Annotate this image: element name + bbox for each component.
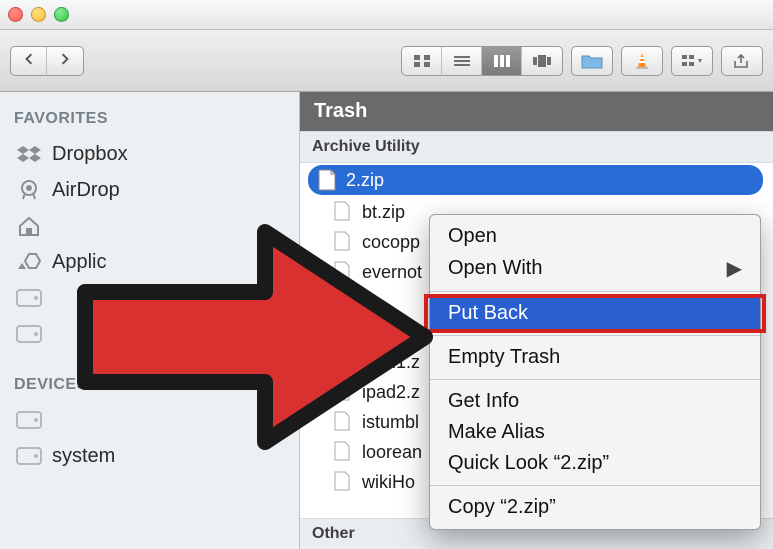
sidebar-item-home[interactable] — [0, 208, 299, 244]
submenu-arrow-icon: ▶ — [727, 256, 742, 281]
menu-item-make-alias[interactable]: Make Alias — [430, 417, 760, 448]
zip-file-icon — [334, 291, 354, 313]
menu-item-copy[interactable]: Copy “2.zip” — [430, 492, 760, 523]
window-titlebar — [0, 0, 773, 30]
file-row-selected[interactable]: 2.zip — [308, 165, 763, 195]
zip-file-icon — [318, 169, 338, 191]
nav-forward-button[interactable] — [47, 47, 83, 75]
sidebar-item-disk[interactable] — [0, 280, 299, 316]
group-header-archive-utility: Archive Utility — [300, 131, 773, 163]
finder-sidebar: FAVORITES Dropbox AirDrop Applic — [0, 92, 300, 549]
sidebar-item-device[interactable] — [0, 402, 299, 438]
file-name: evernot — [362, 262, 422, 283]
finder-toolbar — [0, 30, 773, 92]
menu-item-get-info[interactable]: Get Info — [430, 386, 760, 417]
file-name: ag.z — [362, 322, 396, 343]
menu-separator — [430, 485, 760, 486]
context-menu: Open Open With▶ Put Back Empty Trash Get… — [429, 214, 761, 530]
view-mode-segmented — [401, 46, 563, 76]
share-button[interactable] — [721, 46, 763, 76]
nav-back-button[interactable] — [11, 47, 47, 75]
menu-separator — [430, 291, 760, 292]
menu-item-quick-look[interactable]: Quick Look “2.zip” — [430, 448, 760, 479]
menu-item-put-back[interactable]: Put Back — [430, 298, 760, 329]
sidebar-section-devices: DEVICES — [0, 370, 299, 402]
nav-buttons — [10, 46, 84, 76]
sidebar-section-favorites: FAVORITES — [0, 104, 299, 136]
minimize-window-button[interactable] — [31, 7, 46, 22]
view-column-button[interactable] — [482, 47, 522, 75]
file-name: ipad1.z — [362, 352, 420, 373]
sidebar-item-dropbox[interactable]: Dropbox — [0, 136, 299, 172]
zip-file-icon — [334, 231, 354, 253]
file-name: bt.zip — [362, 202, 405, 223]
disk-icon — [16, 286, 42, 310]
file-name: ipad2.z — [362, 382, 420, 403]
disk-icon — [16, 322, 42, 346]
sidebar-item-system[interactable]: system — [0, 438, 299, 474]
disk-icon — [16, 444, 42, 468]
menu-separator — [430, 379, 760, 380]
zoom-window-button[interactable] — [54, 7, 69, 22]
content-header-trash: Trash — [300, 92, 773, 131]
menu-item-open-with[interactable]: Open With▶ — [430, 252, 760, 285]
sidebar-item-label: Dropbox — [52, 143, 128, 166]
dropbox-icon — [16, 142, 42, 166]
applications-icon — [16, 250, 42, 274]
view-icon-button[interactable] — [402, 47, 442, 75]
folder-icon[interactable] — [571, 46, 613, 76]
zip-file-icon — [334, 441, 354, 463]
zip-file-icon — [334, 351, 354, 373]
sidebar-item-label: system — [52, 445, 115, 468]
action-menu-button[interactable] — [671, 46, 713, 76]
file-name: istumbl — [362, 412, 419, 433]
file-name: wikiHo — [362, 472, 415, 493]
sidebar-item-label: Applic — [52, 251, 106, 274]
sidebar-item-label: AirDrop — [52, 179, 120, 202]
zip-file-icon — [334, 471, 354, 493]
view-list-button[interactable] — [442, 47, 482, 75]
zip-file-icon — [334, 411, 354, 433]
zip-file-icon — [334, 321, 354, 343]
airdrop-icon — [16, 178, 42, 202]
vlc-cone-icon[interactable] — [621, 46, 663, 76]
menu-item-empty-trash[interactable]: Empty Trash — [430, 342, 760, 373]
sidebar-item-disk[interactable] — [0, 316, 299, 352]
zip-file-icon — [334, 201, 354, 223]
close-window-button[interactable] — [8, 7, 23, 22]
menu-item-open[interactable]: Open — [430, 221, 760, 252]
menu-separator — [430, 335, 760, 336]
file-name: loorean — [362, 442, 422, 463]
zip-file-icon — [334, 261, 354, 283]
disk-icon — [16, 408, 42, 432]
file-name: cocopp — [362, 232, 420, 253]
sidebar-item-applications[interactable]: Applic — [0, 244, 299, 280]
file-name: 2.zip — [346, 170, 384, 191]
home-icon — [16, 214, 42, 238]
zip-file-icon — [334, 381, 354, 403]
view-coverflow-button[interactable] — [522, 47, 562, 75]
sidebar-item-airdrop[interactable]: AirDrop — [0, 172, 299, 208]
